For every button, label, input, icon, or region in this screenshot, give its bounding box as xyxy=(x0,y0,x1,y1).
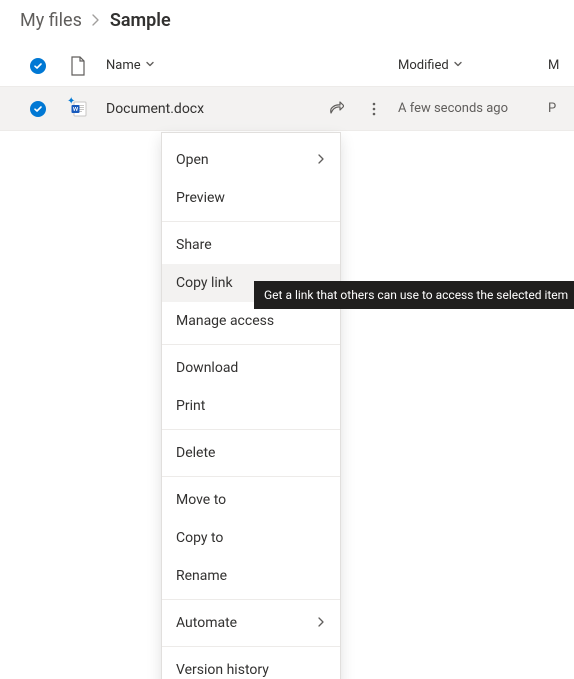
file-modified: A few seconds ago xyxy=(398,101,548,116)
menu-item-delete[interactable]: Delete xyxy=(162,434,340,472)
share-icon[interactable] xyxy=(326,99,346,119)
menu-item-label: Share xyxy=(176,237,212,253)
menu-item-label: Rename xyxy=(176,568,227,584)
chevron-right-icon xyxy=(90,10,102,31)
more-actions-icon[interactable] xyxy=(364,99,384,119)
chevron-down-icon xyxy=(145,59,155,72)
menu-item-label: Delete xyxy=(176,445,215,461)
menu-item-label: Download xyxy=(176,360,238,376)
context-menu: Open Preview Share Copy link Manage acce… xyxy=(161,132,341,679)
menu-item-preview[interactable]: Preview xyxy=(162,179,340,217)
file-list-header: Name Modified M xyxy=(0,45,574,87)
column-header-truncated[interactable]: M xyxy=(548,58,568,73)
menu-item-label: Manage access xyxy=(176,313,274,329)
menu-item-move-to[interactable]: Move to xyxy=(162,481,340,519)
word-document-icon: ✦ xyxy=(70,100,88,118)
column-header-modified-label: Modified xyxy=(398,58,449,73)
column-header-name-label: Name xyxy=(106,58,141,73)
breadcrumb-current: Sample xyxy=(110,10,171,31)
breadcrumb: My files Sample xyxy=(0,0,574,45)
menu-item-automate[interactable]: Automate xyxy=(162,604,340,642)
menu-item-print[interactable]: Print xyxy=(162,387,340,425)
column-header-modified[interactable]: Modified xyxy=(398,58,548,73)
menu-item-label: Move to xyxy=(176,492,226,508)
menu-item-copy-to[interactable]: Copy to xyxy=(162,519,340,557)
menu-item-rename[interactable]: Rename xyxy=(162,557,340,595)
menu-item-label: Copy link xyxy=(176,275,233,291)
menu-item-label: Automate xyxy=(176,615,237,631)
menu-item-share[interactable]: Share xyxy=(162,226,340,264)
menu-item-label: Open xyxy=(176,152,209,168)
tooltip-copy-link: Get a link that others can use to access… xyxy=(254,281,574,309)
chevron-right-icon xyxy=(316,152,326,168)
menu-item-version-history[interactable]: Version history xyxy=(162,651,340,679)
breadcrumb-parent[interactable]: My files xyxy=(20,10,82,31)
row-selected-icon[interactable] xyxy=(30,101,46,117)
chevron-right-icon xyxy=(316,615,326,631)
menu-item-label: Version history xyxy=(176,662,269,678)
menu-item-label: Copy to xyxy=(176,530,223,546)
new-item-glint-icon: ✦ xyxy=(67,97,75,107)
chevron-down-icon xyxy=(453,59,463,72)
menu-item-open[interactable]: Open xyxy=(162,141,340,179)
select-all-toggle[interactable] xyxy=(30,58,70,74)
file-author-truncated: P xyxy=(548,101,568,116)
file-row[interactable]: ✦ Document.docx xyxy=(0,87,574,131)
menu-item-label: Preview xyxy=(176,190,225,206)
file-name[interactable]: Document.docx xyxy=(106,101,204,117)
file-type-header-icon xyxy=(70,56,86,76)
column-header-name[interactable]: Name xyxy=(106,58,318,73)
checkmark-circle-icon xyxy=(30,58,46,74)
menu-item-download[interactable]: Download xyxy=(162,349,340,387)
menu-item-label: Print xyxy=(176,398,205,414)
